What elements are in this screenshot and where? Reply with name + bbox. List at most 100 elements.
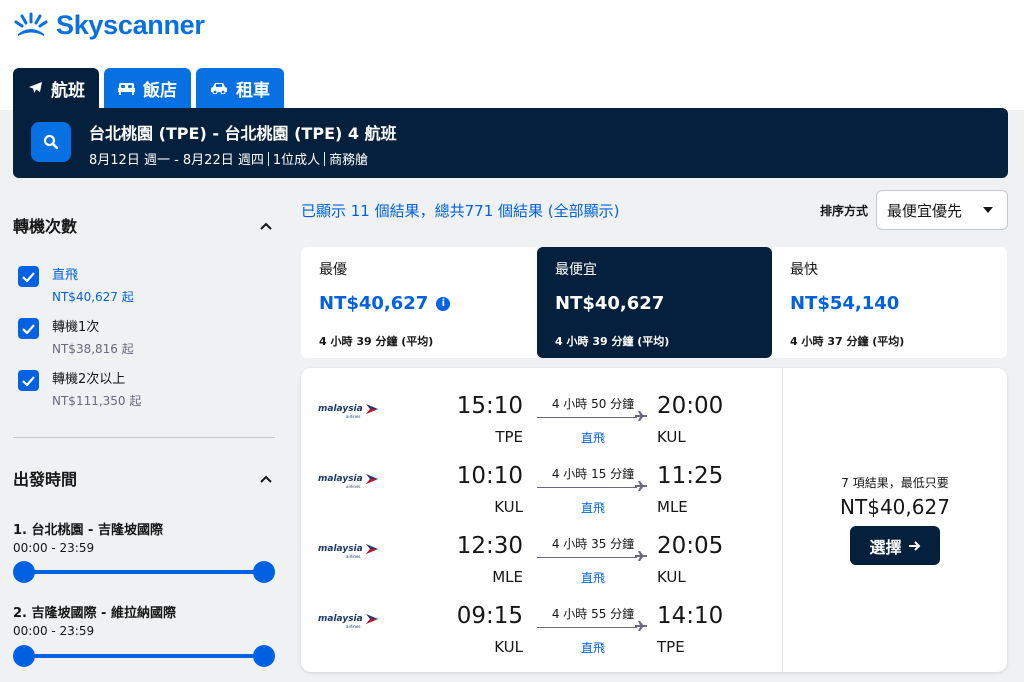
price-card-amount: NT$40,627 xyxy=(319,293,429,314)
flight-duration: 4 小時 15 分鐘 xyxy=(551,467,635,481)
checkbox-checked[interactable] xyxy=(18,266,39,287)
price-card-amount: NT$40,627 xyxy=(555,293,665,314)
arrival-time: 20:00 xyxy=(657,393,724,419)
price-card-label: 最便宜 xyxy=(555,262,597,278)
tab-cars-label: 租車 xyxy=(236,80,270,101)
airline-logo: malaysia airlines xyxy=(318,473,379,489)
slider-handle-end[interactable] xyxy=(253,561,275,583)
header: Skyscanner 航班 飯店 租車 xyxy=(0,0,1024,110)
arrival-airport: TPE xyxy=(657,638,685,656)
results-summary[interactable]: 已顯示 11 個結果，總共771 個結果 (全部顯示) xyxy=(301,200,620,221)
airline-name: malaysia xyxy=(318,404,363,414)
slider-handle-start[interactable] xyxy=(13,645,35,667)
price-card-label: 最快 xyxy=(790,262,818,278)
price-card-price: NT$40,627 i xyxy=(319,293,451,314)
chevron-up-icon[interactable] xyxy=(259,474,273,484)
sort-label: 排序方式 xyxy=(820,204,869,218)
stops-option-label: 轉機2次以上 xyxy=(52,372,126,387)
result-price: NT$40,627 xyxy=(840,495,950,519)
flight-result-card[interactable]: malaysia airlines 15:10 TPE 4 小時 50 分鐘 直… xyxy=(301,368,1007,672)
departure-time-slider[interactable] xyxy=(23,654,263,658)
airline-subtitle: airlines xyxy=(346,624,361,629)
skyscanner-sunrise-icon xyxy=(14,12,48,36)
tab-hotels[interactable]: 飯店 xyxy=(104,68,191,108)
caret-down-icon xyxy=(983,207,993,213)
departure-time: 15:10 xyxy=(456,393,523,419)
departure-time-slider[interactable] xyxy=(23,570,263,574)
flight-leg: malaysia airlines 12:30 MLE 4 小時 35 分鐘 直… xyxy=(301,513,781,586)
departure-time: 10:10 xyxy=(456,463,523,489)
tab-flights[interactable]: 航班 xyxy=(13,68,99,108)
price-card-fastest[interactable]: 最快 NT$54,140 4 小時 37 分鐘 (平均) xyxy=(772,247,1007,358)
flight-leg: malaysia airlines 09:15 KUL 4 小時 55 分鐘 直… xyxy=(301,583,781,656)
stops-label: 直飛 xyxy=(580,641,605,655)
slider-handle-start[interactable] xyxy=(13,561,35,583)
checkbox-checked[interactable] xyxy=(18,318,39,339)
search-icon xyxy=(43,134,59,150)
details-separator xyxy=(324,151,326,166)
price-card-cheapest[interactable]: 最便宜 NT$40,627 4 小時 39 分鐘 (平均) xyxy=(537,247,772,358)
slider-handle-end[interactable] xyxy=(253,645,275,667)
search-button[interactable] xyxy=(31,122,71,162)
flight-leg: malaysia airlines 15:10 TPE 4 小時 50 分鐘 直… xyxy=(301,373,781,446)
arrow-right-icon xyxy=(908,540,920,551)
flight-path-line xyxy=(537,487,637,488)
price-cards: 最優 NT$40,627 i 4 小時 39 分鐘 (平均) 最便宜 NT$40… xyxy=(301,247,1007,358)
price-card-label: 最優 xyxy=(319,262,347,278)
departure-filter-title: 出發時間 xyxy=(13,470,78,489)
search-summary-bar[interactable]: 台北桃園 (TPE) - 台北桃園 (TPE) 4 航班 8月12日 週一 - … xyxy=(13,108,1008,178)
plane-icon xyxy=(635,411,647,421)
flight-duration: 4 小時 55 分鐘 xyxy=(551,607,635,621)
plane-icon xyxy=(635,551,647,561)
stops-option-label: 轉機1次 xyxy=(52,320,100,335)
arrival-time: 20:05 xyxy=(657,533,724,559)
plane-icon xyxy=(635,621,647,631)
search-dates: 8月12日 週一 - 8月22日 週四 xyxy=(89,153,264,168)
select-button[interactable]: 選擇 xyxy=(850,526,940,565)
stops-option-direct[interactable]: 直飛 NT$40,627 起 xyxy=(18,264,134,305)
search-details: 8月12日 週一 - 8月22日 週四 1位成人 商務艙 xyxy=(89,149,368,168)
segment-title: 1. 台北桃園 - 吉隆坡國際 xyxy=(13,523,163,538)
tab-cars[interactable]: 租車 xyxy=(196,68,284,108)
airline-name: malaysia xyxy=(318,614,363,624)
filter-divider xyxy=(13,437,275,438)
departure-time: 09:15 xyxy=(456,603,523,629)
tab-flights-label: 航班 xyxy=(51,80,85,101)
airline-subtitle: airlines xyxy=(346,554,361,559)
select-button-label: 選擇 xyxy=(869,537,902,557)
card-divider xyxy=(782,368,783,672)
search-cabin: 商務艙 xyxy=(329,153,369,168)
search-route: 台北桃園 (TPE) - 台北桃園 (TPE) 4 航班 xyxy=(89,124,397,143)
stops-option-one-stop[interactable]: 轉機1次 NT$38,816 起 xyxy=(18,316,134,357)
arrival-time: 11:25 xyxy=(657,463,724,489)
stops-option-price: NT$111,350 起 xyxy=(52,394,142,408)
segment-time-range: 00:00 - 23:59 xyxy=(13,541,95,555)
price-card-amount: NT$54,140 xyxy=(790,293,900,314)
price-card-duration: 4 小時 37 分鐘 (平均) xyxy=(790,335,905,348)
stops-option-two-plus[interactable]: 轉機2次以上 NT$111,350 起 xyxy=(18,368,141,409)
flight-duration: 4 小時 50 分鐘 xyxy=(551,397,635,411)
departure-airport: KUL xyxy=(494,638,523,656)
check-icon xyxy=(22,271,35,282)
sort-dropdown[interactable]: 最便宜優先 xyxy=(876,190,1008,230)
arrival-time: 14:10 xyxy=(657,603,724,629)
skyscanner-logo[interactable]: Skyscanner xyxy=(14,10,205,41)
chevron-up-icon[interactable] xyxy=(259,221,273,231)
flight-path-line xyxy=(537,417,637,418)
info-icon[interactable]: i xyxy=(436,296,451,311)
tab-bar: 航班 飯店 租車 xyxy=(13,68,284,108)
price-card-best[interactable]: 最優 NT$40,627 i 4 小時 39 分鐘 (平均) xyxy=(301,247,537,358)
brand-name: Skyscanner xyxy=(56,10,205,40)
car-icon xyxy=(211,83,227,94)
airline-name: malaysia xyxy=(318,544,363,554)
airline-subtitle: airlines xyxy=(346,484,361,489)
airline-logo: malaysia airlines xyxy=(318,543,379,559)
check-icon xyxy=(22,375,35,386)
airline-name: malaysia xyxy=(318,474,363,484)
flight-path-line xyxy=(537,627,637,628)
checkbox-checked[interactable] xyxy=(18,370,39,391)
stops-option-price: NT$40,627 起 xyxy=(52,290,134,304)
bed-icon xyxy=(118,83,135,95)
airline-logo: malaysia airlines xyxy=(318,403,379,419)
search-passengers: 1位成人 xyxy=(272,153,321,168)
